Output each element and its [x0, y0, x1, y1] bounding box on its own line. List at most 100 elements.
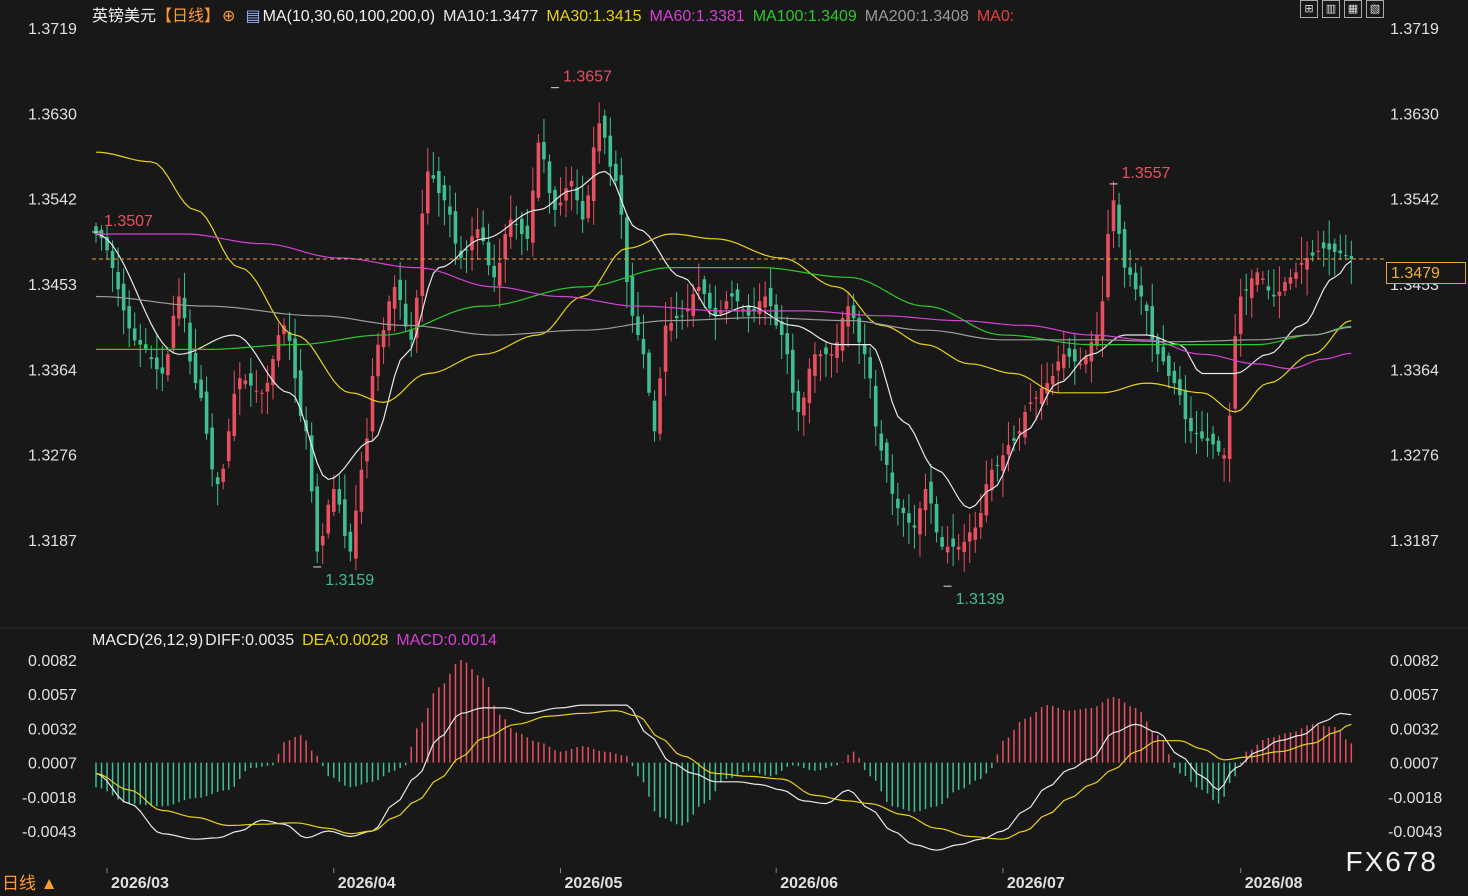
candle-body — [1012, 438, 1016, 441]
period-selector[interactable]: 日线 ▲ — [2, 869, 58, 894]
candle-body — [1017, 431, 1022, 434]
candle-body — [564, 188, 568, 201]
candle-body — [127, 306, 131, 329]
candle-body — [1272, 294, 1276, 297]
candle-body — [1028, 402, 1033, 404]
candle-body — [1216, 440, 1221, 452]
candle-body — [204, 391, 209, 434]
y-tick-right: 1.3364 — [1390, 363, 1439, 380]
candle-body — [1133, 272, 1138, 290]
candle-body — [387, 301, 391, 331]
crosshair-icon[interactable]: ⊞ — [1300, 0, 1318, 18]
y-tick-right: 1.3276 — [1390, 447, 1439, 464]
candle-body — [945, 546, 950, 553]
candle-body — [403, 303, 408, 327]
period-tag[interactable]: 【日线】 — [156, 8, 220, 25]
candle-body — [774, 304, 778, 326]
candle-body — [923, 488, 928, 511]
candle-body — [768, 287, 773, 307]
macd-line-dea — [95, 709, 1352, 840]
y-tick-left: 1.3364 — [28, 363, 77, 380]
candle-body — [1167, 355, 1171, 376]
zoom-out-icon[interactable]: ▦ — [1344, 0, 1362, 18]
candle-body — [569, 181, 574, 187]
candle-body — [431, 175, 436, 179]
candle-body — [254, 390, 259, 392]
candle-body — [331, 488, 336, 512]
candle-body — [813, 354, 817, 376]
candle-body — [398, 279, 402, 301]
settings-icon[interactable]: ⊕ — [222, 8, 235, 25]
candle-body — [1277, 291, 1282, 296]
candle-body — [1338, 250, 1343, 254]
macd-y-tick-left: -0.0043 — [22, 824, 76, 841]
candle-body — [824, 347, 828, 355]
y-tick-right: 1.3719 — [1390, 21, 1439, 38]
candle-body — [354, 510, 358, 559]
candle-body — [796, 391, 801, 412]
candle-body — [1034, 397, 1038, 399]
candle-body — [381, 330, 386, 348]
candle-body — [249, 373, 253, 386]
candle-body — [586, 195, 590, 219]
zoom-in-icon[interactable]: ▥ — [1322, 0, 1340, 18]
candle-body — [973, 527, 978, 540]
candle-body — [315, 486, 319, 552]
macd-y-tick-left: 0.0007 — [28, 756, 77, 773]
candle-body — [1023, 412, 1027, 438]
last-price-tag: 1.3479 — [1386, 262, 1466, 284]
macd-y-tick-right: 0.0057 — [1390, 687, 1439, 704]
candle-body — [1200, 431, 1204, 439]
candle-body — [696, 286, 701, 292]
candle-body — [674, 315, 679, 319]
macd-y-tick-left: 0.0057 — [28, 687, 77, 704]
candle-body — [177, 296, 181, 319]
candle-body — [1266, 286, 1271, 291]
candle-body — [1327, 243, 1331, 250]
candle-body — [802, 397, 806, 416]
candle-body — [829, 354, 834, 356]
candle-body — [149, 357, 154, 360]
candlestick-chart: 1.3719 1.3719 1.3630 1.3630 1.3542 1.3542 1.34… — [0, 21, 1468, 892]
candle-body — [243, 380, 248, 385]
candle-body — [868, 357, 872, 379]
candle-body — [1255, 272, 1260, 285]
watermark-logo: FX678 — [1345, 846, 1438, 877]
candle-body — [1227, 415, 1232, 460]
candle-body — [1001, 455, 1005, 471]
candle-body — [497, 262, 502, 286]
x-tick-label: 2026/04 — [338, 875, 396, 892]
candle-body — [166, 354, 170, 376]
candle-body — [658, 378, 662, 434]
candle-body — [486, 242, 491, 266]
candle-body — [663, 325, 668, 372]
ma0-value: MA0: — [976, 8, 1015, 25]
candle-body — [210, 427, 214, 470]
candle-body — [232, 393, 237, 436]
y-tick-left: 1.3719 — [28, 21, 77, 38]
candle-body — [326, 504, 331, 534]
candle-body — [862, 344, 867, 355]
candle-body — [1189, 417, 1193, 432]
restore-icon[interactable]: ▧ — [1366, 0, 1384, 18]
candle-body — [1039, 387, 1044, 405]
candle-body — [370, 375, 375, 432]
ma-chart-icon[interactable]: ▤ — [245, 8, 260, 25]
candle-body — [647, 352, 651, 393]
candle-body — [1194, 433, 1199, 435]
extreme-label: 1.3139 — [956, 591, 1005, 608]
x-tick-label: 2026/07 — [1007, 875, 1065, 892]
candle-body — [790, 349, 795, 393]
candle-body — [962, 541, 967, 553]
y-tick-left: 1.3542 — [28, 191, 77, 208]
candle-body — [619, 175, 624, 215]
candle-body — [580, 200, 585, 220]
candle-body — [155, 357, 159, 370]
candle-body — [757, 301, 762, 315]
macd-y-tick-right: 0.0082 — [1390, 653, 1439, 670]
candle-body — [199, 379, 203, 398]
ma-header: 英镑美元【日线】 ⊕ ▤ MA(10,30,60,100,200,0) MA10:1.3… — [92, 2, 1022, 26]
candle-body — [840, 318, 845, 351]
candle-body — [1073, 349, 1077, 362]
candle-body — [1128, 267, 1132, 275]
